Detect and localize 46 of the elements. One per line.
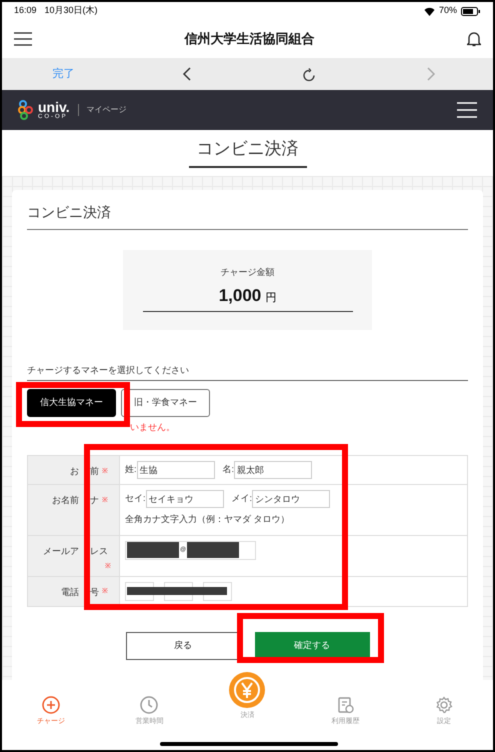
phone-number-fields[interactable] xyxy=(125,582,232,600)
field-label: 前 xyxy=(90,465,99,478)
field-label: お xyxy=(70,465,79,478)
field-label: メールア xyxy=(43,544,79,558)
confirm-button[interactable]: 確定する xyxy=(254,632,370,660)
field-label: お名前 xyxy=(52,494,79,507)
reload-icon[interactable] xyxy=(302,66,316,82)
amount-label: チャージ金額 xyxy=(220,266,274,278)
history-icon xyxy=(338,696,354,714)
menu-icon[interactable] xyxy=(14,32,32,46)
error-message: いません。 xyxy=(130,422,175,432)
battery-icon xyxy=(461,6,481,16)
text-input[interactable]: 生協 xyxy=(136,461,215,479)
amount-value: 1,000 xyxy=(218,285,262,307)
text-input[interactable]: 親太郎 xyxy=(234,461,312,479)
page-title: コンビニ決済 xyxy=(188,136,306,168)
field-label: 号 xyxy=(90,586,99,598)
field-label: レス xyxy=(90,544,108,558)
field-prefix: セイ: xyxy=(125,492,146,506)
money-select-prompt: チャージするマネーを選択してください xyxy=(27,364,468,381)
redaction-bar xyxy=(187,542,240,558)
field-label: 電話 xyxy=(61,586,79,598)
notification-bell-icon[interactable] xyxy=(467,31,481,47)
clock-icon xyxy=(140,696,158,714)
text-input[interactable]: セイキョウ xyxy=(146,490,224,508)
app-title: 信州大学生活協同組合 xyxy=(184,30,314,48)
section-label: マイページ xyxy=(78,104,127,116)
currency-unit: 円 xyxy=(265,291,276,306)
logo-text: univ. xyxy=(38,100,70,114)
gear-icon xyxy=(434,696,453,714)
coop-logo-icon xyxy=(18,100,34,120)
field-prefix: 姓: xyxy=(125,463,137,476)
redaction-bar xyxy=(127,542,179,558)
card-title: コンビニ決済 xyxy=(27,202,468,230)
input-hint: 全角カナ文字入力（例：ヤマダ タロウ） xyxy=(125,513,291,526)
money-option-button[interactable]: 旧・学食マネー xyxy=(121,389,210,417)
money-option-button[interactable]: 信大生協マネー xyxy=(27,389,116,417)
field-prefix: 名: xyxy=(222,463,234,476)
status-date: 10月30日(木) xyxy=(44,4,98,18)
plus-icon xyxy=(42,696,60,714)
field-prefix: メイ: xyxy=(232,492,252,506)
wifi-icon xyxy=(424,6,435,16)
status-time: 16:09 xyxy=(14,4,37,18)
battery-percent: 70% xyxy=(438,4,457,18)
field-label: ナ xyxy=(90,494,99,507)
text-input[interactable]: シンタロウ xyxy=(252,490,330,508)
